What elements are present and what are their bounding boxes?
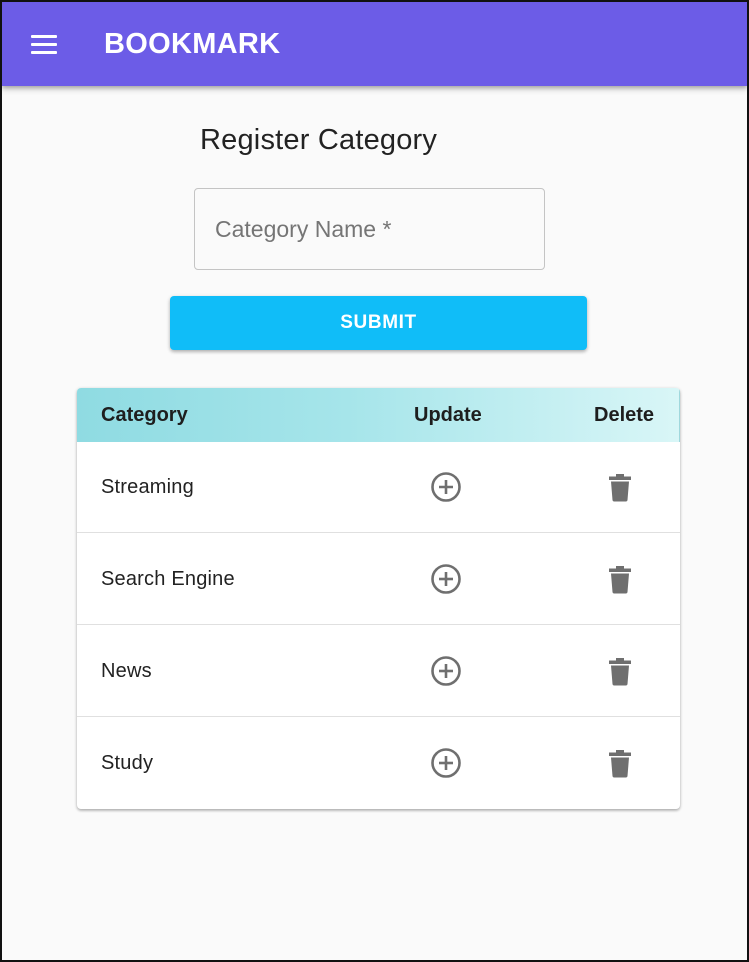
category-name-input[interactable]	[195, 189, 544, 269]
table-row: Search Engine	[77, 534, 680, 625]
table-row: Study	[77, 718, 680, 809]
menu-icon-line	[31, 35, 57, 38]
trash-icon	[609, 566, 631, 594]
delete-button[interactable]	[603, 562, 637, 596]
add-circle-outline-icon	[431, 748, 461, 778]
update-button[interactable]	[429, 562, 463, 596]
trash-icon	[609, 474, 631, 502]
page-title: Register Category	[200, 124, 438, 156]
category-name-cell: Study	[101, 752, 154, 774]
trash-icon	[609, 750, 631, 778]
menu-button[interactable]	[20, 24, 68, 64]
table-row: News	[77, 626, 680, 717]
column-header-category: Category	[101, 404, 188, 426]
app-title: BOOKMARK	[104, 28, 281, 60]
category-name-field	[194, 188, 545, 270]
update-button[interactable]	[429, 470, 463, 504]
trash-icon	[609, 658, 631, 686]
delete-button[interactable]	[603, 746, 637, 780]
app-bar: BOOKMARK	[2, 2, 747, 86]
category-name-cell: Search Engine	[101, 568, 235, 590]
category-name-cell: Streaming	[101, 476, 194, 498]
submit-button[interactable]: SUBMIT	[170, 296, 587, 350]
column-header-delete: Delete	[594, 404, 655, 426]
add-circle-outline-icon	[431, 564, 461, 594]
category-name-cell: News	[101, 660, 152, 682]
add-circle-outline-icon	[431, 472, 461, 502]
delete-button[interactable]	[603, 654, 637, 688]
menu-icon-line	[31, 43, 57, 46]
add-circle-outline-icon	[431, 656, 461, 686]
column-header-update: Update	[414, 404, 482, 426]
app-window: BOOKMARK Register Category SUBMIT Catego…	[2, 2, 747, 960]
menu-icon-line	[31, 51, 57, 54]
table-row: Streaming	[77, 442, 680, 533]
category-table: Category Update Delete Streaming Search …	[77, 388, 680, 809]
update-button[interactable]	[429, 746, 463, 780]
table-header: Category Update Delete	[77, 388, 680, 442]
update-button[interactable]	[429, 654, 463, 688]
delete-button[interactable]	[603, 470, 637, 504]
